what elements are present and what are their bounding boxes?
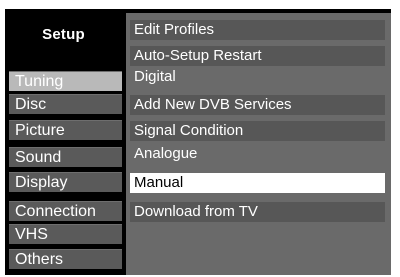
category-sound[interactable]: Sound bbox=[9, 147, 122, 167]
option-manual[interactable]: Manual bbox=[130, 173, 385, 193]
category-panel: Setup Tuning Disc Picture Sound Display … bbox=[5, 9, 122, 275]
section-heading-analogue: Analogue bbox=[134, 145, 198, 162]
category-picture[interactable]: Picture bbox=[9, 120, 122, 140]
osd-screen: Setup Tuning Disc Picture Sound Display … bbox=[0, 0, 400, 277]
option-signal-condition[interactable]: Signal Condition bbox=[130, 121, 385, 141]
section-heading-digital: Digital bbox=[134, 68, 176, 85]
option-add-new-dvb-services[interactable]: Add New DVB Services bbox=[130, 95, 385, 115]
option-auto-setup-restart[interactable]: Auto-Setup Restart bbox=[130, 46, 385, 66]
option-download-from-tv[interactable]: Download from TV bbox=[130, 202, 385, 222]
category-disc[interactable]: Disc bbox=[9, 94, 122, 114]
setup-menu: Setup Tuning Disc Picture Sound Display … bbox=[5, 9, 391, 275]
menu-title: Setup bbox=[42, 25, 85, 43]
category-others[interactable]: Others bbox=[9, 249, 122, 269]
category-connection[interactable]: Connection bbox=[9, 201, 122, 221]
tuning-options-panel: Edit Profiles Auto-Setup Restart Digital… bbox=[126, 13, 391, 275]
category-display[interactable]: Display bbox=[9, 172, 122, 192]
option-edit-profiles[interactable]: Edit Profiles bbox=[130, 20, 385, 40]
category-vhs[interactable]: VHS bbox=[9, 224, 122, 244]
category-tuning[interactable]: Tuning bbox=[9, 71, 122, 91]
